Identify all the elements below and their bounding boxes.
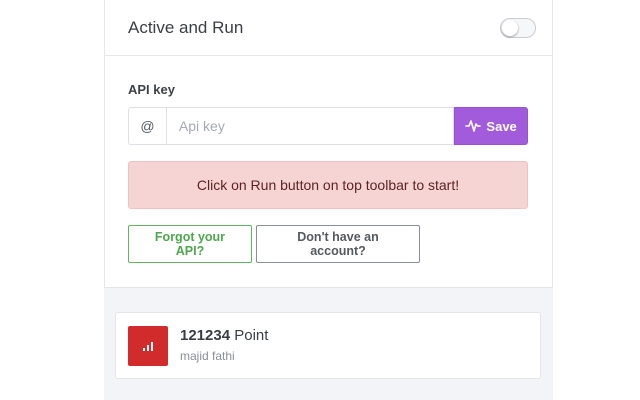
save-button[interactable]: Save: [454, 107, 529, 145]
card-title: Active and Run: [128, 17, 244, 37]
save-button-label: Save: [486, 118, 517, 134]
active-run-toggle[interactable]: [500, 17, 536, 38]
pulse-icon: [465, 120, 482, 132]
points-value-line: 121234 Point: [180, 327, 268, 344]
points-username: majid fathi: [180, 349, 235, 363]
points-card: 121234 Point majid fathi: [115, 312, 541, 379]
points-unit: Point: [234, 327, 269, 344]
api-key-label: API key: [128, 82, 175, 97]
points-value: 121234: [180, 327, 231, 344]
settings-card: Active and Run API key @ Save Click on R…: [104, 0, 553, 288]
run-alert: Click on Run button on top toolbar to st…: [128, 161, 528, 209]
bar-chart-icon: [128, 326, 168, 366]
api-key-input-group: @ Save: [128, 107, 529, 145]
api-key-input[interactable]: [165, 107, 455, 145]
forgot-api-button[interactable]: Forgot your API?: [128, 225, 252, 263]
extension-panel: Active and Run API key @ Save Click on R…: [104, 0, 553, 400]
no-account-button[interactable]: Don't have an account?: [256, 225, 420, 263]
alert-message: Click on Run button on top toolbar to st…: [196, 177, 460, 193]
toggle-knob: [502, 19, 518, 36]
account-actions: Forgot your API? Don't have an account?: [128, 225, 420, 263]
card-header: Active and Run: [105, 0, 552, 56]
at-prefix: @: [128, 107, 166, 145]
